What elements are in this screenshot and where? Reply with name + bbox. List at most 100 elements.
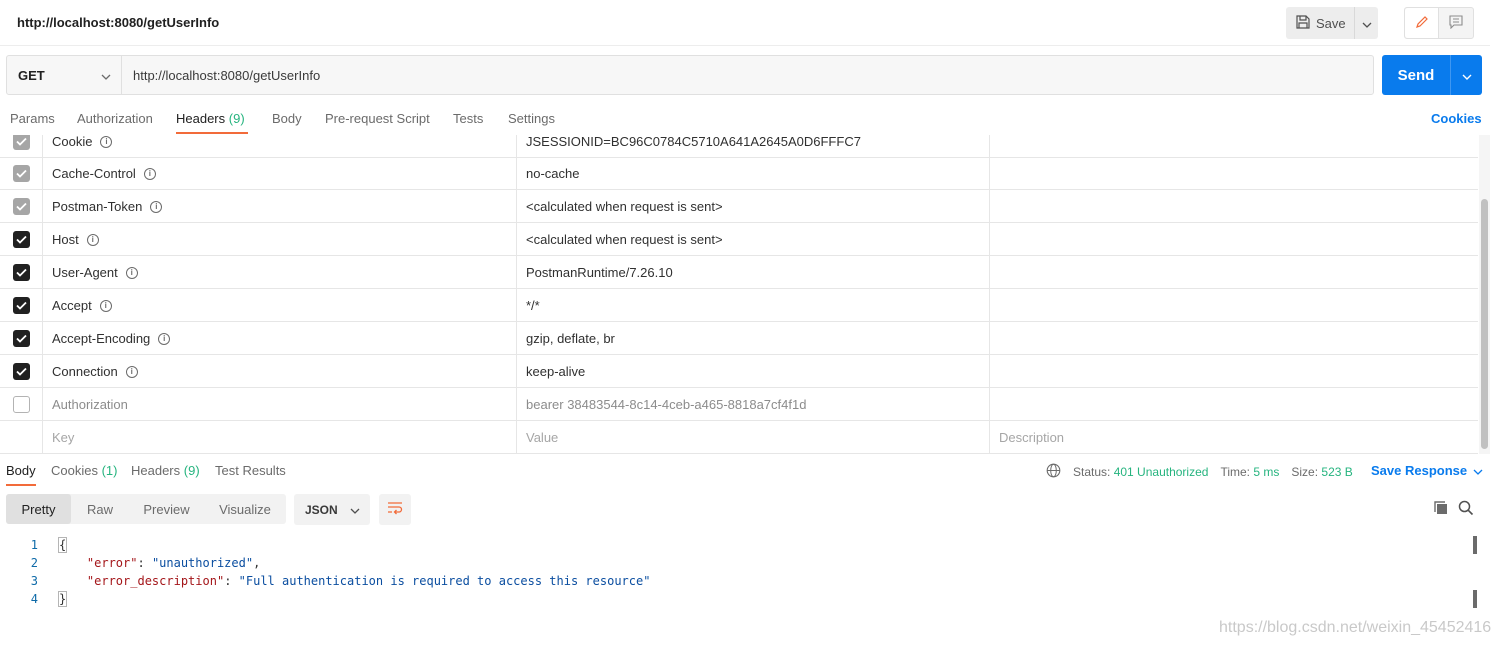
url-input[interactable]: http://localhost:8080/getUserInfo	[122, 56, 1373, 94]
header-description[interactable]	[990, 135, 1478, 158]
save-button[interactable]: Save	[1286, 7, 1354, 39]
header-value[interactable]: JSESSIONID=BC96C0784C5710A641A2645A0D6FF…	[517, 135, 990, 158]
search-icon[interactable]	[1458, 500, 1474, 519]
header-description[interactable]	[990, 355, 1478, 388]
row-checkbox[interactable]	[12, 231, 30, 248]
method-select[interactable]: GET	[7, 56, 122, 94]
save-dropdown-button[interactable]	[1354, 7, 1378, 39]
header-key[interactable]: Accept-Encoding i	[43, 322, 517, 355]
row-checkbox[interactable]	[12, 264, 30, 281]
view-visualize-button[interactable]: Visualize	[204, 494, 286, 524]
info-icon[interactable]: i	[143, 167, 156, 180]
comment-icon	[1449, 14, 1463, 32]
tab-response-cookies[interactable]: Cookies (1)	[51, 463, 117, 478]
wrap-lines-button[interactable]	[379, 494, 411, 525]
header-key[interactable]: Accept i	[43, 289, 517, 322]
header-description[interactable]	[990, 190, 1478, 223]
view-raw-button[interactable]: Raw	[71, 494, 129, 524]
info-icon[interactable]: i	[158, 332, 171, 345]
tab-headers[interactable]: Headers (9)	[176, 111, 245, 126]
header-key-text: Postman-Token	[52, 199, 143, 214]
save-button-group[interactable]: Save	[1286, 7, 1378, 39]
send-button[interactable]: Send	[1382, 55, 1450, 95]
key-input[interactable]: Key	[43, 421, 517, 453]
format-select[interactable]: JSON	[294, 494, 370, 525]
row-checkbox[interactable]	[12, 396, 30, 413]
header-value[interactable]: <calculated when request is sent>	[517, 223, 990, 256]
view-preview-button[interactable]: Preview	[129, 494, 204, 524]
time-value[interactable]: 5 ms	[1253, 465, 1279, 479]
header-key-text: Host	[52, 232, 79, 247]
headers-scrollbar[interactable]	[1479, 135, 1490, 454]
header-value[interactable]: <calculated when request is sent>	[517, 190, 990, 223]
header-description[interactable]	[990, 256, 1478, 289]
save-response-button[interactable]: Save Response	[1371, 463, 1483, 478]
tab-pre-request-script[interactable]: Pre-request Script	[325, 111, 430, 126]
header-key-text: User-Agent	[52, 265, 118, 280]
tab-body[interactable]: Body	[272, 111, 302, 126]
copy-icon[interactable]	[1433, 500, 1449, 519]
line-number: 4	[30, 592, 38, 606]
tab-count: (9)	[228, 111, 245, 126]
header-key[interactable]: Connection i	[43, 355, 517, 388]
header-value[interactable]: gzip, deflate, br	[517, 322, 990, 355]
description-input[interactable]: Description	[990, 421, 1478, 453]
table-row: Cookie i JSESSIONID=BC96C0784C5710A641A26…	[0, 135, 1478, 158]
info-icon[interactable]: i	[125, 266, 138, 279]
edit-mode-button[interactable]	[1405, 8, 1439, 38]
header-key[interactable]: Postman-Token i	[43, 190, 517, 223]
tab-settings[interactable]: Settings	[508, 111, 555, 126]
header-description[interactable]	[990, 388, 1478, 421]
comments-mode-button[interactable]	[1439, 8, 1473, 38]
header-key[interactable]: Cookie i	[43, 135, 517, 158]
tab-test-results[interactable]: Test Results	[215, 463, 286, 478]
tab-params[interactable]: Params	[10, 111, 55, 126]
header-key[interactable]: User-Agent i	[43, 256, 517, 289]
tab-label: Headers	[176, 111, 226, 126]
tab-response-body[interactable]: Body	[6, 463, 36, 478]
json-separator: :	[137, 556, 152, 570]
info-icon[interactable]: i	[99, 299, 112, 312]
size-value[interactable]: 523 B	[1321, 465, 1352, 479]
request-title[interactable]: http://localhost:8080/getUserInfo	[17, 15, 219, 30]
globe-icon[interactable]	[1046, 463, 1061, 481]
tab-response-headers[interactable]: Headers (9)	[131, 463, 200, 478]
row-checkbox[interactable]	[12, 297, 30, 314]
status-value[interactable]: 401 Unauthorized	[1114, 465, 1209, 479]
tab-tests[interactable]: Tests	[453, 111, 483, 126]
tab-label: Headers	[131, 463, 181, 478]
header-description[interactable]	[990, 322, 1478, 355]
header-description[interactable]	[990, 223, 1478, 256]
row-checkbox[interactable]	[12, 330, 30, 347]
header-description[interactable]	[990, 289, 1478, 322]
row-checkbox[interactable]	[12, 165, 30, 182]
send-dropdown-button[interactable]	[1450, 55, 1482, 95]
header-description[interactable]	[990, 157, 1478, 190]
view-pretty-button[interactable]: Pretty	[6, 494, 71, 524]
info-icon[interactable]: i	[150, 200, 163, 213]
row-checkbox[interactable]	[12, 135, 30, 150]
header-key[interactable]: Authorization	[43, 388, 517, 421]
code-scrollbar-top[interactable]	[1473, 536, 1477, 554]
tab-authorization[interactable]: Authorization	[77, 111, 153, 126]
header-value[interactable]: */*	[517, 289, 990, 322]
cookies-link[interactable]: Cookies	[1431, 111, 1482, 126]
scrollbar-thumb[interactable]	[1481, 199, 1488, 449]
info-icon[interactable]: i	[125, 365, 138, 378]
info-icon[interactable]: i	[86, 233, 99, 246]
time-label: Time:	[1220, 465, 1250, 479]
header-key[interactable]: Host i	[43, 223, 517, 256]
info-icon[interactable]: i	[100, 135, 113, 148]
send-button-group[interactable]: Send	[1382, 55, 1482, 95]
header-value[interactable]: keep-alive	[517, 355, 990, 388]
code-scrollbar-bottom[interactable]	[1473, 590, 1477, 608]
row-checkbox[interactable]	[12, 363, 30, 380]
header-key[interactable]: Cache-Control i	[43, 157, 517, 190]
status-label: Status:	[1073, 465, 1111, 479]
header-value[interactable]: no-cache	[517, 157, 990, 190]
value-input[interactable]: Value	[517, 421, 990, 453]
code-line: 3 "error_description": "Full authenticat…	[0, 572, 1470, 590]
header-value[interactable]: PostmanRuntime/7.26.10	[517, 256, 990, 289]
row-checkbox[interactable]	[12, 198, 30, 215]
header-value[interactable]: bearer 38483544-8c14-4ceb-a465-8818a7cf4…	[517, 388, 990, 421]
